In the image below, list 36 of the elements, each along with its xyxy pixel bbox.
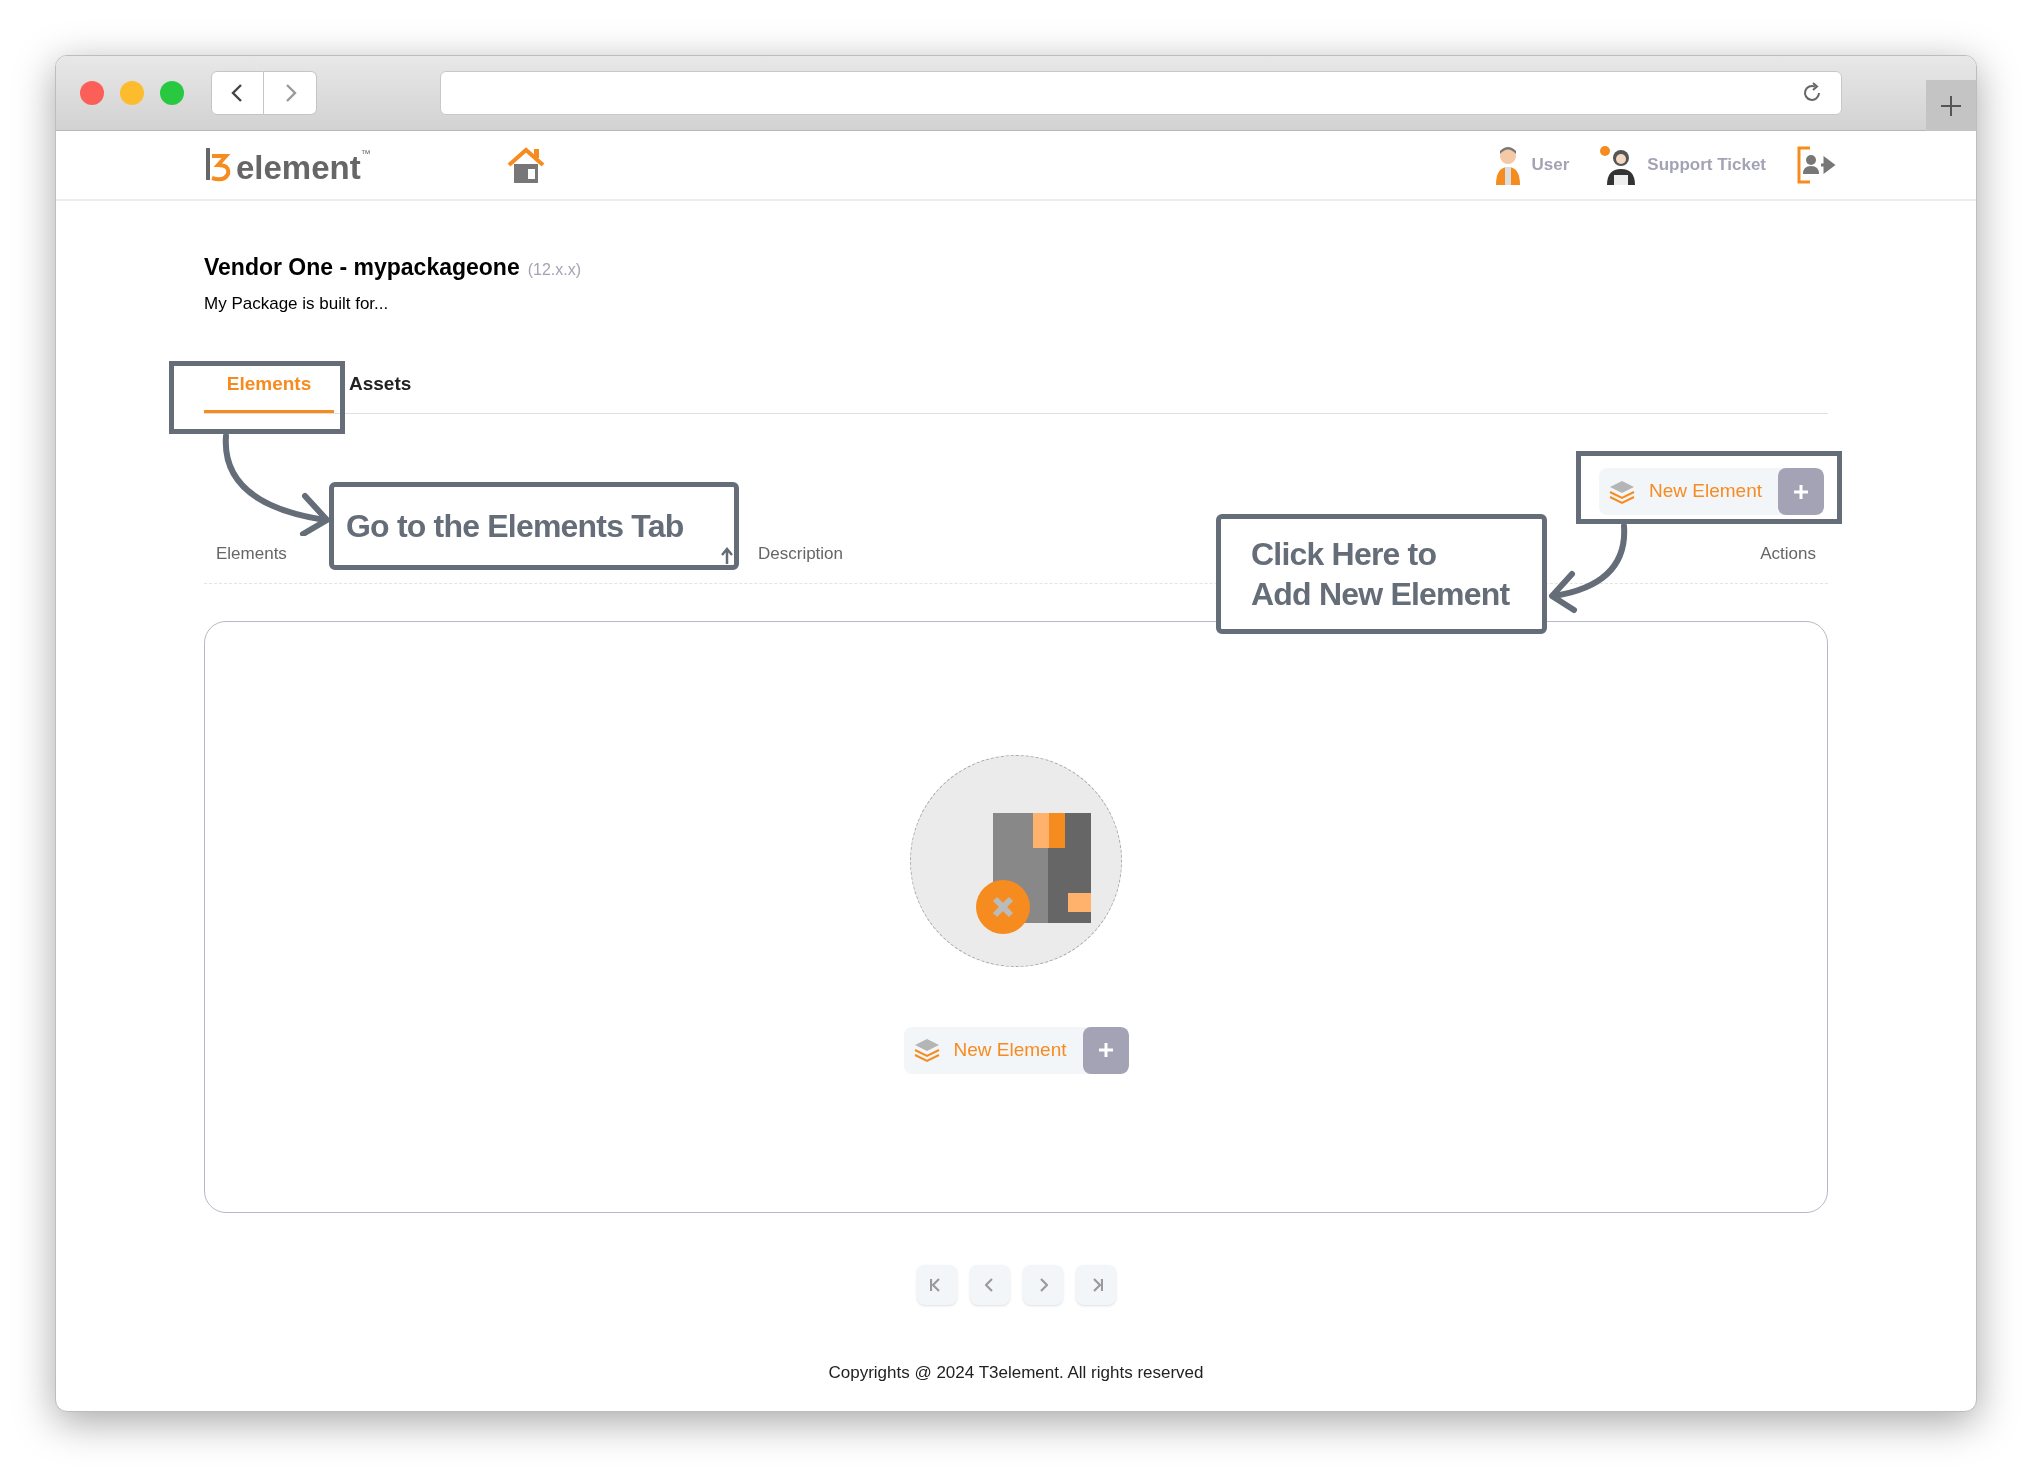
next-page-button[interactable]: [1022, 1264, 1063, 1305]
new-element-button[interactable]: New Element: [903, 1026, 1129, 1074]
version-label: (12.x.x): [527, 260, 582, 280]
tab[interactable]: Assets: [334, 359, 427, 413]
chevron-right-icon: [1037, 1277, 1048, 1292]
logo-text: element: [236, 151, 361, 184]
column-header: Description: [758, 543, 844, 565]
new-tab-button[interactable]: [1926, 80, 1976, 131]
plus-icon: [1939, 93, 1963, 118]
logo-mark-icon: [204, 146, 232, 184]
footer-copyright: Copyrights @ 2024 T3element. All rights reserved: [827, 1361, 1205, 1384]
last-page-button[interactable]: [1075, 1264, 1116, 1305]
column-header: Actions: [1760, 543, 1816, 565]
support-ticket-link[interactable]: Support Ticket: [1599, 145, 1766, 185]
minimize-window-button[interactable]: [120, 81, 144, 105]
plus-icon: [1778, 468, 1824, 515]
close-window-button[interactable]: [80, 81, 104, 105]
first-page-button[interactable]: [916, 1264, 957, 1305]
sort-arrow-icon: [720, 547, 734, 565]
annotation-callout: Go to the Elements Tab: [329, 482, 739, 570]
package-description: My Package is built for...: [204, 292, 390, 315]
annotation-callout: Click Here to Add New Element: [1216, 514, 1547, 634]
user-link[interactable]: User: [1493, 145, 1570, 185]
trademark-mark: ™: [360, 147, 371, 159]
forward-button[interactable]: [264, 71, 317, 115]
logout-icon[interactable]: [1796, 146, 1836, 184]
plus-icon: [1082, 1026, 1129, 1074]
home-icon[interactable]: [505, 145, 546, 185]
maximize-window-button[interactable]: [160, 81, 184, 105]
previous-page-button[interactable]: [969, 1264, 1010, 1305]
new-element-button[interactable]: New Element: [1599, 468, 1824, 515]
tab[interactable]: Elements: [204, 359, 334, 413]
chevron-left-icon: [984, 1277, 995, 1292]
column-header: Elements: [216, 543, 287, 565]
package-title: Vendor One - mypackageone: [204, 253, 520, 282]
back-button[interactable]: [211, 71, 264, 115]
